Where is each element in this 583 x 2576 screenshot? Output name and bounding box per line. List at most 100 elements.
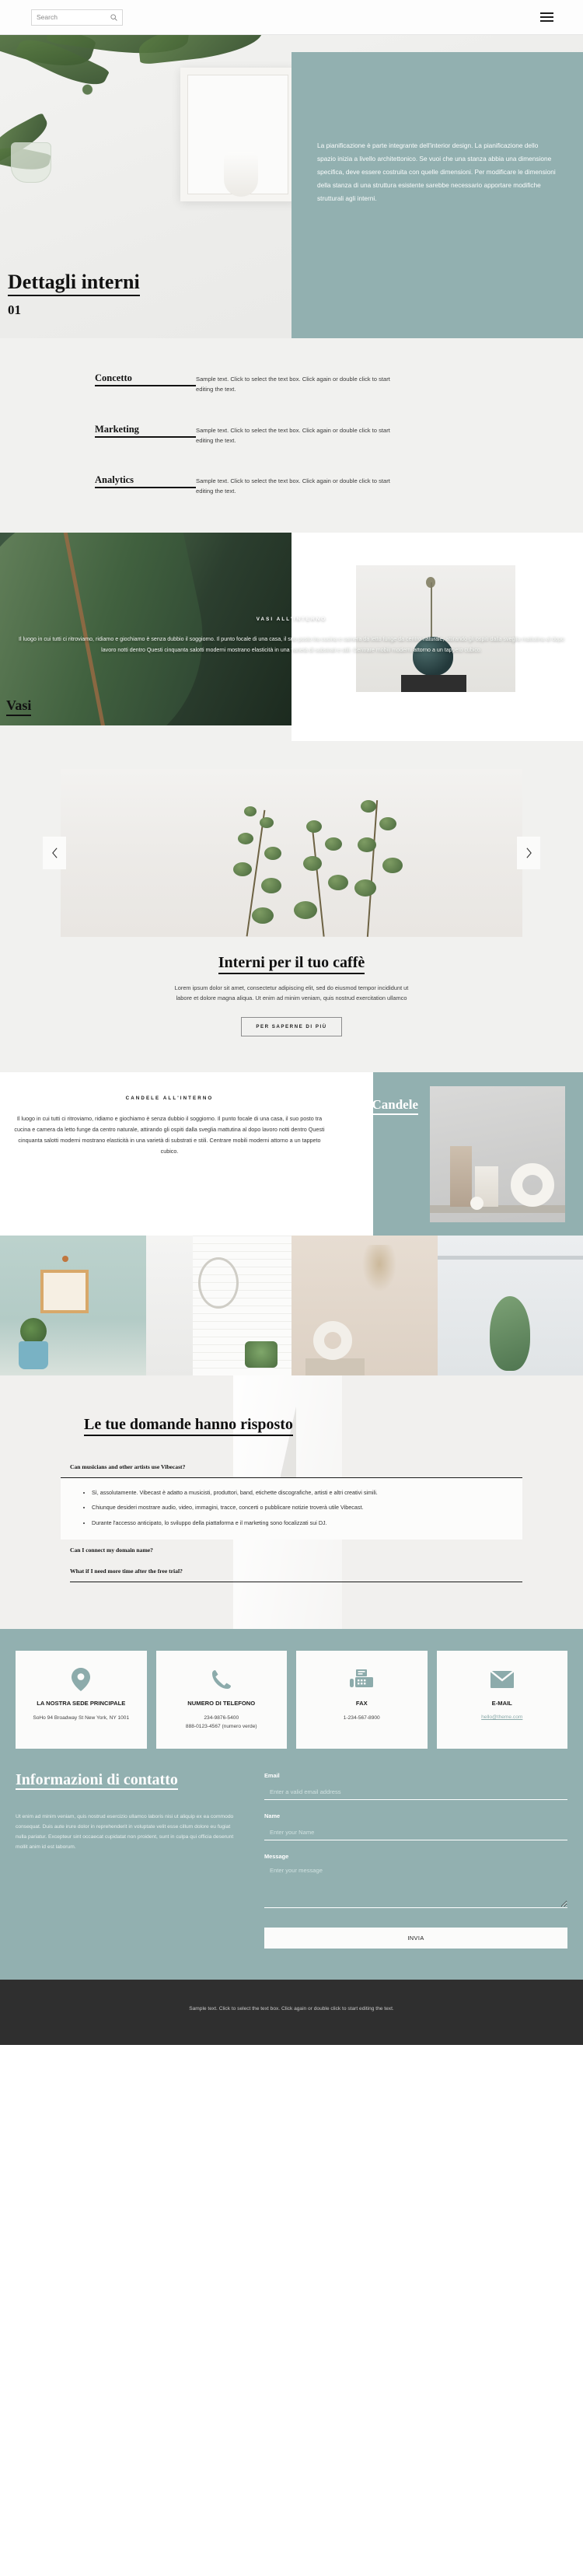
message-field[interactable] [264,1864,567,1908]
leaf-shape [294,900,317,919]
message-field-group: Message [264,1853,567,1912]
leaf-shape [382,857,403,873]
vasi-body-text: Il luogo in cui tutti ci ritroviamo, rid… [19,636,564,654]
vasi-kicker: VASI ALL'INTERNO [256,617,327,623]
stem-shape [366,799,378,937]
leaf-shape [328,874,348,890]
card-text: 1-234-567-8900 [343,1715,380,1721]
fax-icon [304,1666,420,1693]
feature-description: Sample text. Click to select the text bo… [196,477,390,495]
gallery-image-3 [292,1235,438,1375]
email-field[interactable] [264,1785,567,1800]
page-title: Dettagli interni [8,271,140,296]
leaf-shape [379,816,396,830]
leaf-shape [358,837,376,852]
candele-section: Candele CANDELE ALL'INTERNO Il luogo in … [0,1071,583,1236]
burger-bar [540,12,553,14]
email-link[interactable]: hello@theme.com [445,1714,560,1720]
faq-question[interactable]: What if I need more time after the free … [61,1561,522,1582]
feature-row: Marketing Sample text. Click to select t… [0,424,583,446]
name-field-group: Name [264,1812,567,1840]
glass-jar-shape [11,142,51,183]
name-field[interactable] [264,1826,567,1840]
feature-row: Analytics Sample text. Click to select t… [0,474,583,497]
contact-form-fields: Email Name Message INVIA [264,1769,567,1949]
leaf-shape [238,832,253,844]
search-input[interactable] [37,13,102,21]
card-title: LA NOSTRA SEDE PRINCIPALE [37,1700,126,1707]
feature-title[interactable]: Marketing [95,424,196,438]
vasi-overlay-text: VASI ALL'INTERNO Il luogo in cui tutti c… [0,533,583,741]
candele-text-block: CANDELE ALL'INTERNO Il luogo in cui tutt… [0,1072,326,1157]
shelf-shape [437,1255,583,1260]
faq-title: Le tue domande hanno risposto [84,1416,293,1436]
leaf-shape [137,35,264,65]
faq-answer-item: Chiunque desideri mostrare audio, video,… [92,1503,502,1512]
leaf-shape [303,855,322,871]
contact-card-phone: NUMERO DI TELEFONO 234-9876-5400 888-012… [155,1651,287,1749]
hero-title-block: Dettagli interni 01 [8,271,140,318]
donut-vase-shape [511,1162,554,1207]
leaf-shape [261,877,281,893]
slide-text: Lorem ipsum dolor sit amet, consectetur … [174,984,409,1001]
candele-body-text: Il luogo in cui tutti ci ritroviamo, rid… [14,1114,325,1155]
features-section: Concetto Sample text. Click to select th… [0,338,583,533]
submit-button[interactable]: INVIA [264,1927,567,1949]
burger-bar [540,20,553,22]
contact-form-body: Ut enim ad minim veniam, quis nostrud es… [16,1813,234,1851]
slide-caption: Interni per il tuo caffè Lorem ipsum dol… [0,937,583,1036]
map-pin-icon [23,1666,139,1693]
pampas-grass-shape [361,1244,397,1293]
faq-list: Can musicians and other artists use Vibe… [61,1456,522,1583]
slide-image [61,768,522,937]
slider-prev-button[interactable] [43,836,66,869]
hook-shape [62,1255,68,1262]
learn-more-button[interactable]: PER SAPERNE DI PIÙ [241,1016,342,1036]
email-field-group: Email [264,1772,567,1800]
mirror-shape [198,1257,239,1309]
faq-answer-item: Sì, assolutamente. Vibecast è adatto a m… [92,1488,502,1498]
leaf-shape [361,799,376,813]
top-bar [0,0,583,35]
leaf-shape [233,862,252,876]
page-root: La pianificazione è parte integrante del… [0,0,583,2046]
contact-card-email: E-MAIL hello@theme.com [436,1651,567,1749]
chevron-right-icon[interactable] [525,847,533,859]
feature-title[interactable]: Concetto [95,372,196,386]
hamburger-menu-icon[interactable] [540,12,553,22]
footer-text: Sample text. Click to select the text bo… [189,2005,394,2012]
card-text: 234-9876-5400 [204,1715,239,1721]
faq-question[interactable]: Can musicians and other artists use Vibe… [61,1456,522,1478]
pedestal-shape [305,1358,365,1375]
card-text: 888-0123-4567 (numero verde) [185,1724,257,1730]
hero-text-panel: La pianificazione è parte integrante del… [292,52,583,338]
contact-form-section: Informazioni di contatto Ut enim ad mini… [0,1749,583,1949]
search-box[interactable] [31,9,123,26]
chevron-left-icon[interactable] [51,847,59,859]
feature-title[interactable]: Analytics [95,474,196,489]
card-text: SoHo 94 Broadway St New York, NY 1001 [33,1715,130,1721]
burger-bar [540,16,553,18]
contact-section: LA NOSTRA SEDE PRINCIPALE SoHo 94 Broadw… [0,1629,583,1980]
faq-question[interactable]: Can I connect my domain name? [61,1540,522,1561]
name-label: Name [264,1812,281,1819]
feature-row: Concetto Sample text. Click to select th… [0,372,583,395]
candele-label: Candele [372,1097,418,1115]
card-title: NUMERO DI TELEFONO [187,1700,256,1707]
gallery-image-1 [0,1235,146,1375]
email-label: Email [264,1771,280,1779]
leaf-shape [354,879,376,897]
leaf-shape [260,816,274,828]
slider-next-button[interactable] [517,836,540,869]
frame-shape [40,1269,89,1313]
faq-inner: Le tue domande hanno risposto Can musici… [61,1416,522,1583]
search-icon[interactable] [110,13,117,21]
footer: Sample text. Click to select the text bo… [0,1979,583,2046]
stem-shape [311,823,325,937]
feature-description: Sample text. Click to select the text bo… [196,376,390,393]
contact-card-fax: FAX 1-234-567-8900 [296,1651,428,1749]
slide-title: Interni per il tuo caffè [218,954,365,974]
candles-photo [430,1085,565,1222]
slider-section: Interni per il tuo caffè Lorem ipsum dol… [0,740,583,1072]
donut-vase-shape [313,1320,352,1360]
